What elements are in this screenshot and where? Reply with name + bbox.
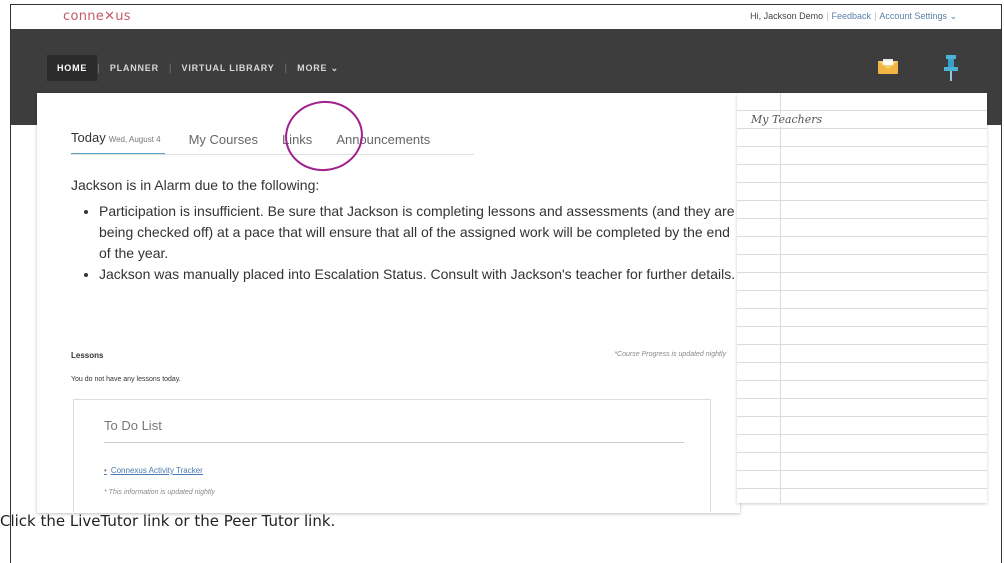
todo-note: * This information is updated nightly xyxy=(104,489,215,496)
alarm-heading: Jackson is in Alarm due to the following… xyxy=(71,177,320,193)
instruction-caption: Click the LiveTutor link or the Peer Tut… xyxy=(0,512,336,530)
top-bar: conne✕us Hi, Jackson Demo | Feedback | Accou… xyxy=(11,5,1001,29)
dashboard-card: Today Wed, August 4 My Courses Links Anno… xyxy=(37,93,740,513)
tab-today[interactable]: Today Wed, August 4 xyxy=(71,130,165,155)
course-progress-note: *Course Progress is updated nightly xyxy=(614,351,726,358)
feedback-link[interactable]: Feedback xyxy=(832,11,872,21)
no-lessons-text: You do not have any lessons today. xyxy=(71,376,181,383)
account-links: Hi, Jackson Demo | Feedback | Account Settin… xyxy=(750,11,957,21)
account-settings-link[interactable]: Account Settings ⌄ xyxy=(879,11,957,21)
my-teachers-title: My Teachers xyxy=(749,113,825,126)
notebook-margin-line xyxy=(780,93,781,503)
nav-more[interactable]: MORE ⌄ xyxy=(287,63,349,74)
connexus-logo[interactable]: conne✕us xyxy=(63,9,131,24)
greeting: Hi, Jackson Demo xyxy=(750,11,824,21)
todo-divider xyxy=(104,442,684,443)
nav-planner[interactable]: PLANNER xyxy=(100,63,169,73)
bullet-icon: • xyxy=(104,466,107,475)
activity-tracker-link[interactable]: Connexus Activity Tracker xyxy=(111,466,203,475)
alarm-reason: Jackson was manually placed into Escalat… xyxy=(99,264,739,285)
alarm-reason: Participation is insufficient. Be sure t… xyxy=(99,201,739,264)
nav-home[interactable]: HOME xyxy=(47,55,98,81)
links-tab-highlight-circle xyxy=(280,95,368,177)
tab-my-courses[interactable]: My Courses xyxy=(189,132,258,155)
tab-today-label: Today xyxy=(71,130,106,145)
todo-title: To Do List xyxy=(104,418,162,433)
today-date: Wed, August 4 xyxy=(108,135,161,144)
alarm-reasons-list: Participation is insufficient. Be sure t… xyxy=(79,201,739,285)
my-teachers-panel: My Teachers xyxy=(737,93,987,503)
nav-virtual-library[interactable]: VIRTUAL LIBRARY xyxy=(172,63,285,73)
tab-bar: Today Wed, August 4 My Courses Links Anno… xyxy=(71,127,454,155)
mail-icon[interactable] xyxy=(877,59,899,75)
todo-list-panel: To Do List • Connexus Activity Tracker * … xyxy=(73,399,711,512)
tabs-divider xyxy=(71,154,474,155)
todo-item: • Connexus Activity Tracker xyxy=(104,466,203,475)
pushpin-icon[interactable] xyxy=(943,55,959,81)
nav-menu: HOME | PLANNER | VIRTUAL LIBRARY | MORE … xyxy=(47,55,349,81)
app-frame: conne✕us Hi, Jackson Demo | Feedback | Accou… xyxy=(10,4,1002,563)
lessons-label: Lessons xyxy=(71,351,104,360)
